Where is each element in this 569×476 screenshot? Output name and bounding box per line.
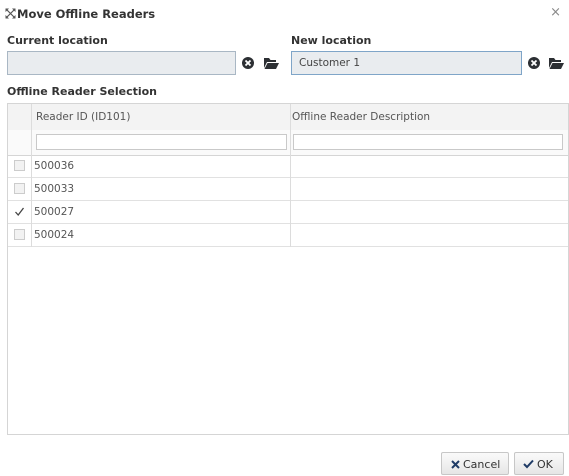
browse-new-location-icon[interactable] <box>548 55 564 71</box>
reader-id-cell: 500033 <box>34 183 75 195</box>
cancel-button[interactable]: Cancel <box>441 452 509 475</box>
grid-header: Reader ID (ID101) Offline Reader Descrip… <box>8 104 568 131</box>
column-divider <box>290 104 291 247</box>
close-icon[interactable]: × <box>550 6 561 20</box>
new-location-field[interactable]: Customer 1 <box>291 51 522 75</box>
column-header-reader-id[interactable]: Reader ID (ID101) <box>36 104 130 130</box>
clear-current-location-icon[interactable] <box>240 55 256 71</box>
new-location-value: Customer 1 <box>299 57 361 69</box>
description-filter-input[interactable] <box>293 134 563 150</box>
new-location-label: New location <box>291 34 372 47</box>
move-icon <box>5 8 16 19</box>
browse-current-location-icon[interactable] <box>263 55 279 71</box>
reader-id-filter-input[interactable] <box>36 134 287 150</box>
table-row[interactable]: 500027 <box>8 201 568 224</box>
table-row[interactable]: 500024 <box>8 224 568 247</box>
filter-row <box>8 130 568 156</box>
table-row[interactable]: 500036 <box>8 155 568 178</box>
dialog-titlebar: Move Offline Readers × <box>0 0 569 30</box>
row-checkbox[interactable] <box>14 229 25 240</box>
reader-id-cell: 500027 <box>34 206 75 218</box>
reader-id-cell: 500024 <box>34 229 75 241</box>
ok-button-label: OK <box>537 458 553 471</box>
reader-selection-label: Offline Reader Selection <box>7 85 158 98</box>
clear-new-location-icon[interactable] <box>526 55 542 71</box>
cancel-x-icon <box>451 460 460 469</box>
row-checkbox[interactable] <box>14 183 25 194</box>
ok-check-icon <box>523 459 534 469</box>
reader-grid: Reader ID (ID101) Offline Reader Descrip… <box>7 103 569 435</box>
column-header-description[interactable]: Offline Reader Description <box>292 104 430 130</box>
current-location-field[interactable] <box>7 51 236 75</box>
reader-id-cell: 500036 <box>34 160 75 172</box>
cancel-button-label: Cancel <box>463 458 501 471</box>
column-divider <box>31 104 32 247</box>
row-checkbox-checked[interactable] <box>14 206 25 217</box>
current-location-label: Current location <box>7 34 108 47</box>
table-row[interactable]: 500033 <box>8 178 568 201</box>
row-checkbox[interactable] <box>14 160 25 171</box>
checkmark-icon <box>15 207 25 217</box>
ok-button[interactable]: OK <box>514 452 564 475</box>
dialog-title: Move Offline Readers <box>17 7 156 21</box>
